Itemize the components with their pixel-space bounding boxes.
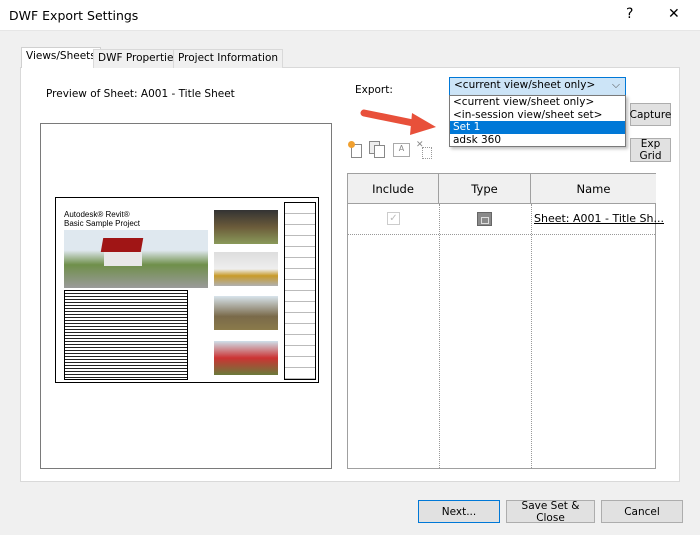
new-sheet-set-icon[interactable] xyxy=(348,141,364,159)
tab-dwf-properties[interactable]: DWF Properties xyxy=(93,49,184,68)
table-row[interactable]: ✓ Sheet: A001 - Title Sh... xyxy=(348,205,664,234)
capture-button[interactable]: Capture xyxy=(630,103,671,126)
render-1 xyxy=(214,210,278,244)
column-header-name[interactable]: Name xyxy=(531,174,656,204)
export-dropdown[interactable]: <current view/sheet only> ⌵ xyxy=(449,77,626,96)
sheet-title-line1: Autodesk® Revit® xyxy=(64,210,130,219)
rename-icon[interactable]: A xyxy=(393,143,410,157)
sheet-schedule xyxy=(64,290,188,380)
delete-icon[interactable]: ✕ xyxy=(416,140,434,160)
include-checkbox[interactable]: ✓ xyxy=(387,212,400,225)
cancel-button[interactable]: Cancel xyxy=(601,500,683,523)
export-option[interactable]: <current view/sheet only> xyxy=(450,96,625,109)
window-title: DWF Export Settings xyxy=(9,8,139,23)
export-selected: <current view/sheet only> xyxy=(454,79,596,91)
render-4 xyxy=(214,341,278,375)
help-button[interactable]: ? xyxy=(626,6,633,22)
close-button[interactable]: ✕ xyxy=(668,6,680,22)
render-main xyxy=(64,230,208,288)
export-option[interactable]: <in-session view/sheet set> xyxy=(450,109,625,122)
tab-project-information[interactable]: Project Information xyxy=(173,49,284,68)
duplicate-icon[interactable] xyxy=(369,141,387,159)
render-3 xyxy=(214,296,278,330)
export-label: Export: xyxy=(355,84,393,96)
title-block xyxy=(284,202,316,380)
tab-views-sheets[interactable]: Views/Sheets xyxy=(21,47,101,68)
sheet-preview: Autodesk® Revit® Basic Sample Project xyxy=(40,123,332,469)
column-header-type[interactable]: Type xyxy=(439,174,531,204)
title-bar: DWF Export Settings ? ✕ xyxy=(0,0,700,31)
sheet-title-line2: Basic Sample Project xyxy=(64,219,141,228)
export-option-selected[interactable]: Set 1 xyxy=(450,121,625,134)
chevron-down-icon: ⌵ xyxy=(612,79,620,91)
export-option[interactable]: adsk 360 xyxy=(450,134,625,147)
red-arrow-annotation xyxy=(360,109,436,135)
sheet-name-link[interactable]: Sheet: A001 - Title Sh... xyxy=(534,212,664,225)
next-button[interactable]: Next... xyxy=(418,500,500,523)
views-table: Include Type Name ✓ Sheet: A001 - Title … xyxy=(347,173,664,469)
sheet-icon xyxy=(477,212,492,226)
exp-grid-button[interactable]: Exp Grid xyxy=(630,138,671,162)
save-set-close-button[interactable]: Save Set & Close xyxy=(506,500,595,524)
column-header-include[interactable]: Include xyxy=(348,174,439,204)
preview-label: Preview of Sheet: A001 - Title Sheet xyxy=(46,88,235,100)
export-options-list[interactable]: <current view/sheet only> <in-session vi… xyxy=(449,95,626,147)
render-2 xyxy=(214,252,278,286)
sheet-thumbnail: Autodesk® Revit® Basic Sample Project xyxy=(55,197,319,383)
